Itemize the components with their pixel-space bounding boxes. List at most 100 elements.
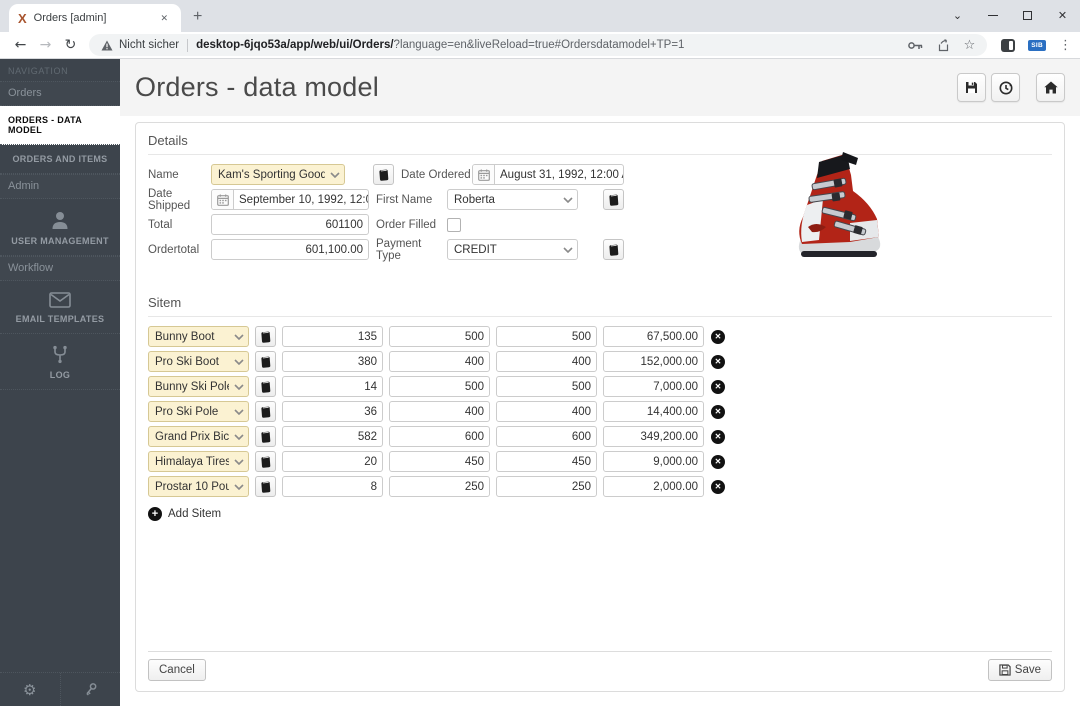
sitem-qty-input[interactable] [282, 451, 383, 472]
delete-row-icon[interactable]: ✕ [711, 380, 725, 394]
minimize-button[interactable] [975, 0, 1010, 30]
book-icon [378, 169, 389, 181]
payment-type-select[interactable]: CREDIT [447, 239, 578, 260]
side-panel-icon[interactable] [1001, 39, 1015, 52]
first-name-lookup-button[interactable] [603, 189, 624, 210]
tab-search-icon[interactable]: ⌄ [940, 0, 975, 30]
total-input[interactable] [211, 214, 369, 235]
home-toolbar-button[interactable] [1036, 73, 1065, 102]
sitem-total-input[interactable] [603, 351, 704, 372]
sitem-unit-input[interactable] [389, 351, 490, 372]
sitem-price-input[interactable] [496, 426, 597, 447]
sitem-product-select[interactable]: Pro Ski Boot [148, 351, 249, 372]
sidebar-item-orders-data-model[interactable]: ORDERS - DATA MODEL [0, 106, 120, 145]
refresh-icon[interactable]: ↻ [58, 37, 83, 53]
ordertotal-input[interactable] [211, 239, 369, 260]
sitem-qty-input[interactable] [282, 401, 383, 422]
sitem-qty-input[interactable] [282, 326, 383, 347]
sitem-price-input[interactable] [496, 476, 597, 497]
sitem-unit-input[interactable] [389, 376, 490, 397]
sidebar-section-workflow[interactable]: Workflow [0, 256, 120, 281]
sidebar-section-admin[interactable]: Admin [0, 174, 120, 199]
sitem-total-input[interactable] [603, 451, 704, 472]
sitem-product-select[interactable]: Himalaya Tires [148, 451, 249, 472]
access-key-button[interactable] [60, 673, 121, 706]
bookmark-star-icon[interactable]: ☆ [964, 38, 976, 53]
sidebar-item-log[interactable]: LOG [0, 334, 120, 390]
delete-row-icon[interactable]: ✕ [711, 430, 725, 444]
sitem-total-input[interactable] [603, 476, 704, 497]
add-sitem-button[interactable]: + Add Sitem [148, 507, 1052, 521]
sitem-price-input[interactable] [496, 326, 597, 347]
tab-close-icon[interactable]: ✕ [156, 11, 172, 26]
cancel-button[interactable]: Cancel [148, 659, 206, 681]
calendar-icon[interactable] [473, 165, 495, 184]
date-ordered-input[interactable]: August 31, 1992, 12:00 AM [472, 164, 624, 185]
sitem-price-input[interactable] [496, 351, 597, 372]
sitem-product-select[interactable]: Bunny Ski Pole [148, 376, 249, 397]
sitem-qty-input[interactable] [282, 476, 383, 497]
sitem-product-select[interactable]: Bunny Boot [148, 326, 249, 347]
password-key-icon[interactable] [908, 41, 923, 50]
order-filled-checkbox[interactable] [447, 218, 461, 232]
delete-row-icon[interactable]: ✕ [711, 330, 725, 344]
settings-button[interactable]: ⚙ [0, 673, 60, 706]
browser-menu-icon[interactable]: ⋮ [1059, 38, 1072, 53]
back-icon[interactable]: ← [8, 37, 33, 53]
sitem-product-select[interactable]: Pro Ski Pole [148, 401, 249, 422]
forward-icon[interactable]: → [33, 37, 58, 53]
sitem-total-input[interactable] [603, 376, 704, 397]
new-tab-button[interactable]: + [193, 8, 202, 26]
revert-toolbar-button[interactable] [991, 73, 1020, 102]
book-icon [260, 456, 271, 468]
sidebar-item-orders-and-items[interactable]: ORDERS AND ITEMS [0, 145, 120, 174]
sitem-lookup-button[interactable] [255, 376, 276, 397]
sidebar-item-email-templates[interactable]: EMAIL TEMPLATES [0, 281, 120, 334]
sitem-qty-input[interactable] [282, 426, 383, 447]
delete-row-icon[interactable]: ✕ [711, 405, 725, 419]
save-button[interactable]: Save [988, 659, 1052, 681]
sitem-price-input[interactable] [496, 451, 597, 472]
date-shipped-input[interactable]: September 10, 1992, 12:00 [211, 189, 369, 210]
address-input[interactable]: Nicht sicher desktop-6jqo53a/app/web/ui/… [89, 34, 987, 56]
sitem-unit-input[interactable] [389, 401, 490, 422]
close-button[interactable]: ✕ [1045, 0, 1080, 30]
sitem-unit-input[interactable] [389, 476, 490, 497]
sitem-unit-input[interactable] [389, 451, 490, 472]
delete-row-icon[interactable]: ✕ [711, 480, 725, 494]
browser-tab[interactable]: X Orders [admin] ✕ [9, 4, 181, 32]
browser-actions: SIB ⋮ [1001, 38, 1072, 53]
sitem-total-input[interactable] [603, 401, 704, 422]
maximize-button[interactable] [1010, 0, 1045, 30]
sitem-product-select[interactable]: Prostar 10 Pour [148, 476, 249, 497]
sitem-lookup-button[interactable] [255, 351, 276, 372]
save-toolbar-button[interactable] [957, 73, 986, 102]
calendar-icon[interactable] [212, 190, 234, 209]
name-lookup-button[interactable] [373, 164, 394, 185]
sitem-lookup-button[interactable] [255, 476, 276, 497]
extension-badge[interactable]: SIB [1028, 40, 1046, 51]
sitem-price-input[interactable] [496, 401, 597, 422]
sitem-lookup-button[interactable] [255, 451, 276, 472]
sitem-price-input[interactable] [496, 376, 597, 397]
share-icon[interactable] [937, 39, 950, 52]
sitem-total-input[interactable] [603, 426, 704, 447]
sitem-lookup-button[interactable] [255, 426, 276, 447]
total-label: Total [148, 219, 211, 231]
sitem-lookup-button[interactable] [255, 326, 276, 347]
sitem-lookup-button[interactable] [255, 401, 276, 422]
sitem-qty-input[interactable] [282, 351, 383, 372]
sitem-product-select[interactable]: Grand Prix Bicy [148, 426, 249, 447]
sidebar-item-user-management[interactable]: USER MANAGEMENT [0, 199, 120, 256]
sitem-qty-input[interactable] [282, 376, 383, 397]
delete-row-icon[interactable]: ✕ [711, 455, 725, 469]
sitem-row: Bunny Boot ✕ [148, 326, 1052, 347]
sitem-unit-input[interactable] [389, 326, 490, 347]
sidebar-section-orders[interactable]: Orders [0, 81, 120, 106]
sitem-total-input[interactable] [603, 326, 704, 347]
first-name-select[interactable]: Roberta [447, 189, 578, 210]
sitem-unit-input[interactable] [389, 426, 490, 447]
delete-row-icon[interactable]: ✕ [711, 355, 725, 369]
name-select[interactable]: Kam's Sporting Goods [211, 164, 345, 185]
payment-type-lookup-button[interactable] [603, 239, 624, 260]
